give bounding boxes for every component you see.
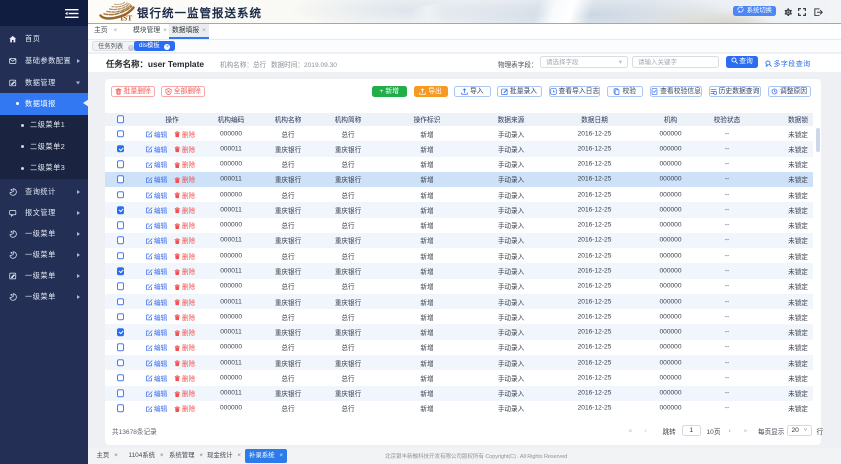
svg-text:IST: IST — [120, 14, 132, 23]
